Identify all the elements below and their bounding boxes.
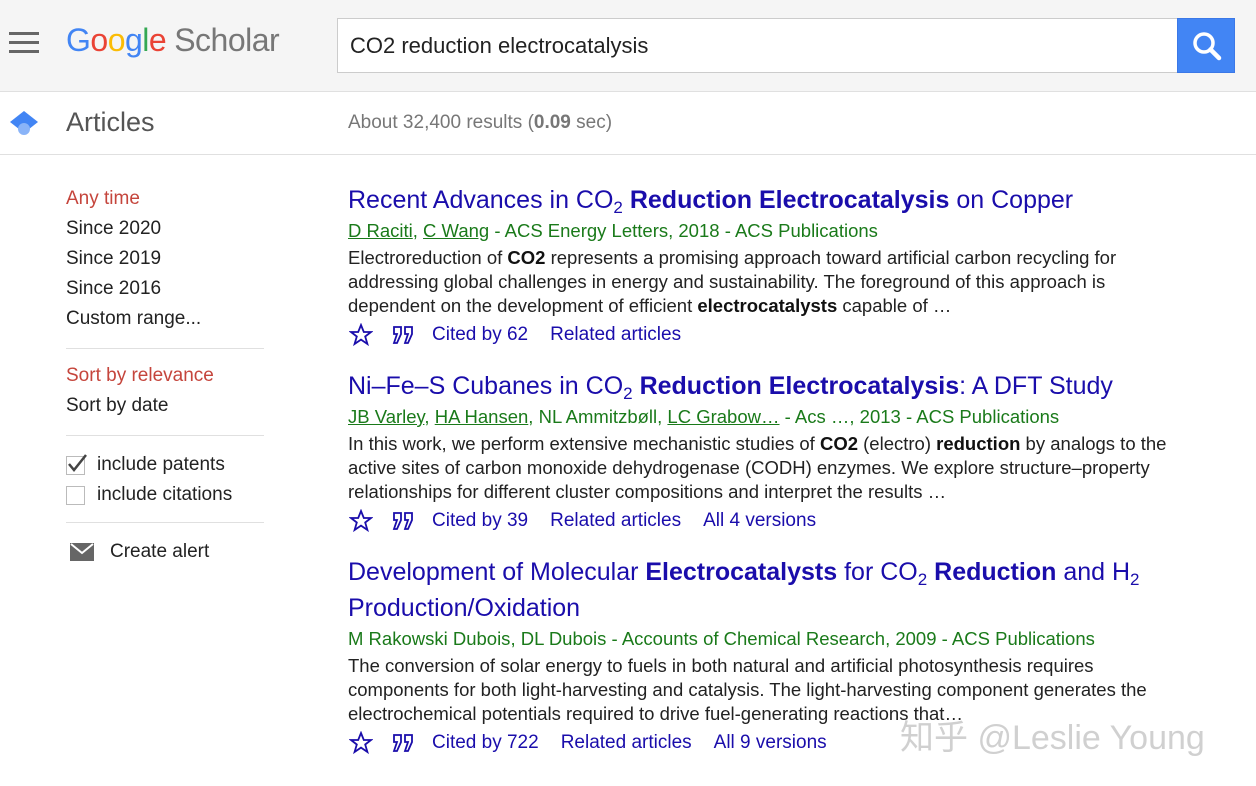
google-scholar-logo[interactable]: Google Scholar xyxy=(66,22,280,59)
sidebar: Any time Since 2020 Since 2019 Since 201… xyxy=(66,186,266,567)
search-box xyxy=(337,18,1177,73)
related-articles-link[interactable]: Related articles xyxy=(550,510,681,532)
result-snippet: The conversion of solar energy to fuels … xyxy=(348,655,1147,724)
result-meta: M Rakowski Dubois, DL Dubois - Accounts … xyxy=(348,628,1095,649)
author-link[interactable]: JB Varley xyxy=(348,406,424,427)
related-articles-link[interactable]: Related articles xyxy=(550,324,681,346)
cite-quote-icon[interactable] xyxy=(390,508,416,534)
result-actions: Cited by 62 Related articles xyxy=(348,320,1178,350)
cited-by-link[interactable]: Cited by 722 xyxy=(432,732,539,754)
cited-by-link[interactable]: Cited by 62 xyxy=(432,324,528,346)
page-title: Articles xyxy=(66,107,155,137)
subheader: Articles About 32,400 results (0.09 sec) xyxy=(0,92,1256,155)
result-item: Ni–Fe–S Cubanes in CO2 Reduction Electro… xyxy=(348,368,1178,536)
top-bar: Google Scholar xyxy=(0,0,1256,92)
hamburger-menu-icon[interactable] xyxy=(9,32,39,54)
author-link[interactable]: HA Hansen xyxy=(435,406,529,427)
sort-by-date[interactable]: Sort by date xyxy=(66,393,266,423)
result-actions: Cited by 722 Related articles All 9 vers… xyxy=(348,728,1178,758)
divider xyxy=(66,522,264,523)
cited-by-link[interactable]: Cited by 39 xyxy=(432,510,528,532)
graduation-cap-icon[interactable] xyxy=(8,107,40,139)
filter-any-time[interactable]: Any time xyxy=(66,186,266,216)
results-list: Recent Advances in CO2 Reduction Electro… xyxy=(348,182,1178,776)
filter-since-2020[interactable]: Since 2020 xyxy=(66,216,266,246)
create-alert-label: Create alert xyxy=(110,541,210,562)
create-alert-button[interactable]: Create alert xyxy=(66,537,266,567)
include-citations-checkbox[interactable]: include citations xyxy=(66,480,266,510)
sort-by-relevance[interactable]: Sort by relevance xyxy=(66,363,266,393)
all-versions-link[interactable]: All 4 versions xyxy=(703,510,816,532)
divider xyxy=(66,348,264,349)
divider xyxy=(66,435,264,436)
checkmark-icon xyxy=(68,453,87,472)
include-patents-label: include patents xyxy=(97,454,225,475)
cite-quote-icon[interactable] xyxy=(390,730,416,756)
search-button[interactable] xyxy=(1177,18,1235,73)
result-meta: D Raciti, C Wang - ACS Energy Letters, 2… xyxy=(348,220,878,241)
result-item: Recent Advances in CO2 Reduction Electro… xyxy=(348,182,1178,350)
include-citations-label: include citations xyxy=(97,484,233,505)
search-input[interactable] xyxy=(338,19,1177,72)
include-patents-checkbox[interactable]: include patents xyxy=(66,450,266,480)
envelope-icon xyxy=(70,543,94,561)
related-articles-link[interactable]: Related articles xyxy=(561,732,692,754)
cite-quote-icon[interactable] xyxy=(390,322,416,348)
author-link[interactable]: LC Grabow… xyxy=(667,406,779,427)
star-icon[interactable] xyxy=(348,322,374,348)
author-link[interactable]: D Raciti xyxy=(348,220,413,241)
result-title-link[interactable]: Recent Advances in CO2 Reduction Electro… xyxy=(348,182,1178,218)
star-icon[interactable] xyxy=(348,730,374,756)
star-icon[interactable] xyxy=(348,508,374,534)
result-snippet: Electroreduction of CO2 represents a pro… xyxy=(348,247,1117,316)
filter-since-2019[interactable]: Since 2019 xyxy=(66,246,266,276)
result-title-link[interactable]: Ni–Fe–S Cubanes in CO2 Reduction Electro… xyxy=(348,368,1178,404)
result-item: Development of Molecular Electrocatalyst… xyxy=(348,554,1178,758)
filter-since-2016[interactable]: Since 2016 xyxy=(66,276,266,306)
checkbox-checked[interactable] xyxy=(66,453,87,475)
search-icon xyxy=(1193,32,1222,61)
filter-custom-range[interactable]: Custom range... xyxy=(66,306,266,336)
result-stats: About 32,400 results (0.09 sec) xyxy=(348,112,613,133)
author-link[interactable]: C Wang xyxy=(423,220,489,241)
result-meta: JB Varley, HA Hansen, NL Ammitzbøll, LC … xyxy=(348,406,1060,427)
result-actions: Cited by 39 Related articles All 4 versi… xyxy=(348,506,1178,536)
checkbox-unchecked[interactable] xyxy=(66,485,85,505)
result-title-link[interactable]: Development of Molecular Electrocatalyst… xyxy=(348,554,1178,626)
result-snippet: In this work, we perform extensive mecha… xyxy=(348,433,1167,502)
all-versions-link[interactable]: All 9 versions xyxy=(714,732,827,754)
